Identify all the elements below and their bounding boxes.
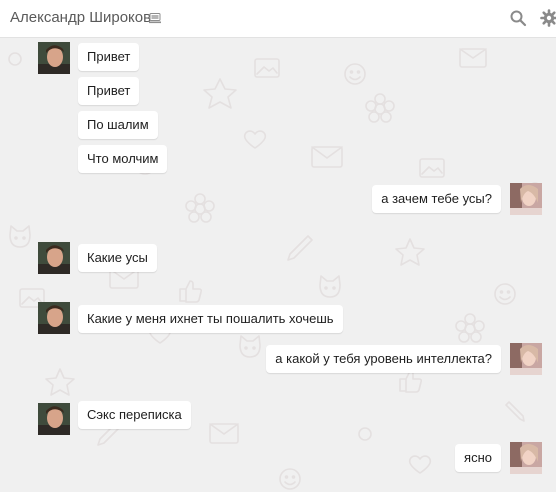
incoming-message: Какие усы: [78, 244, 157, 272]
contact-avatar[interactable]: [38, 242, 70, 274]
message-list: Привет Привет По шалим Что молчим а заче…: [0, 39, 556, 492]
contact-name[interactable]: Александр Широков: [10, 9, 151, 26]
outgoing-message: а какой у тебя уровень интеллекта?: [266, 345, 501, 373]
chat-header: Александр Широков: [0, 0, 556, 38]
incoming-message: Какие у меня ихнет ты пошалить хочешь: [78, 305, 343, 333]
incoming-message: Привет: [78, 77, 140, 105]
gear-icon[interactable]: [540, 9, 556, 30]
user-avatar[interactable]: [510, 343, 542, 375]
search-icon[interactable]: [509, 9, 527, 30]
incoming-message: Что молчим: [78, 145, 168, 173]
user-avatar[interactable]: [510, 183, 542, 215]
user-avatar[interactable]: [510, 442, 542, 474]
contact-avatar[interactable]: [38, 302, 70, 334]
contact-avatar[interactable]: [38, 42, 70, 74]
incoming-message: Сэкс переписка: [78, 401, 191, 429]
mobile-icon: [149, 12, 161, 27]
incoming-message: Привет: [78, 43, 140, 71]
outgoing-message: ясно: [455, 444, 501, 472]
contact-avatar[interactable]: [38, 403, 70, 435]
outgoing-message: а зачем тебе усы?: [372, 185, 501, 213]
incoming-message: По шалим: [78, 111, 158, 139]
